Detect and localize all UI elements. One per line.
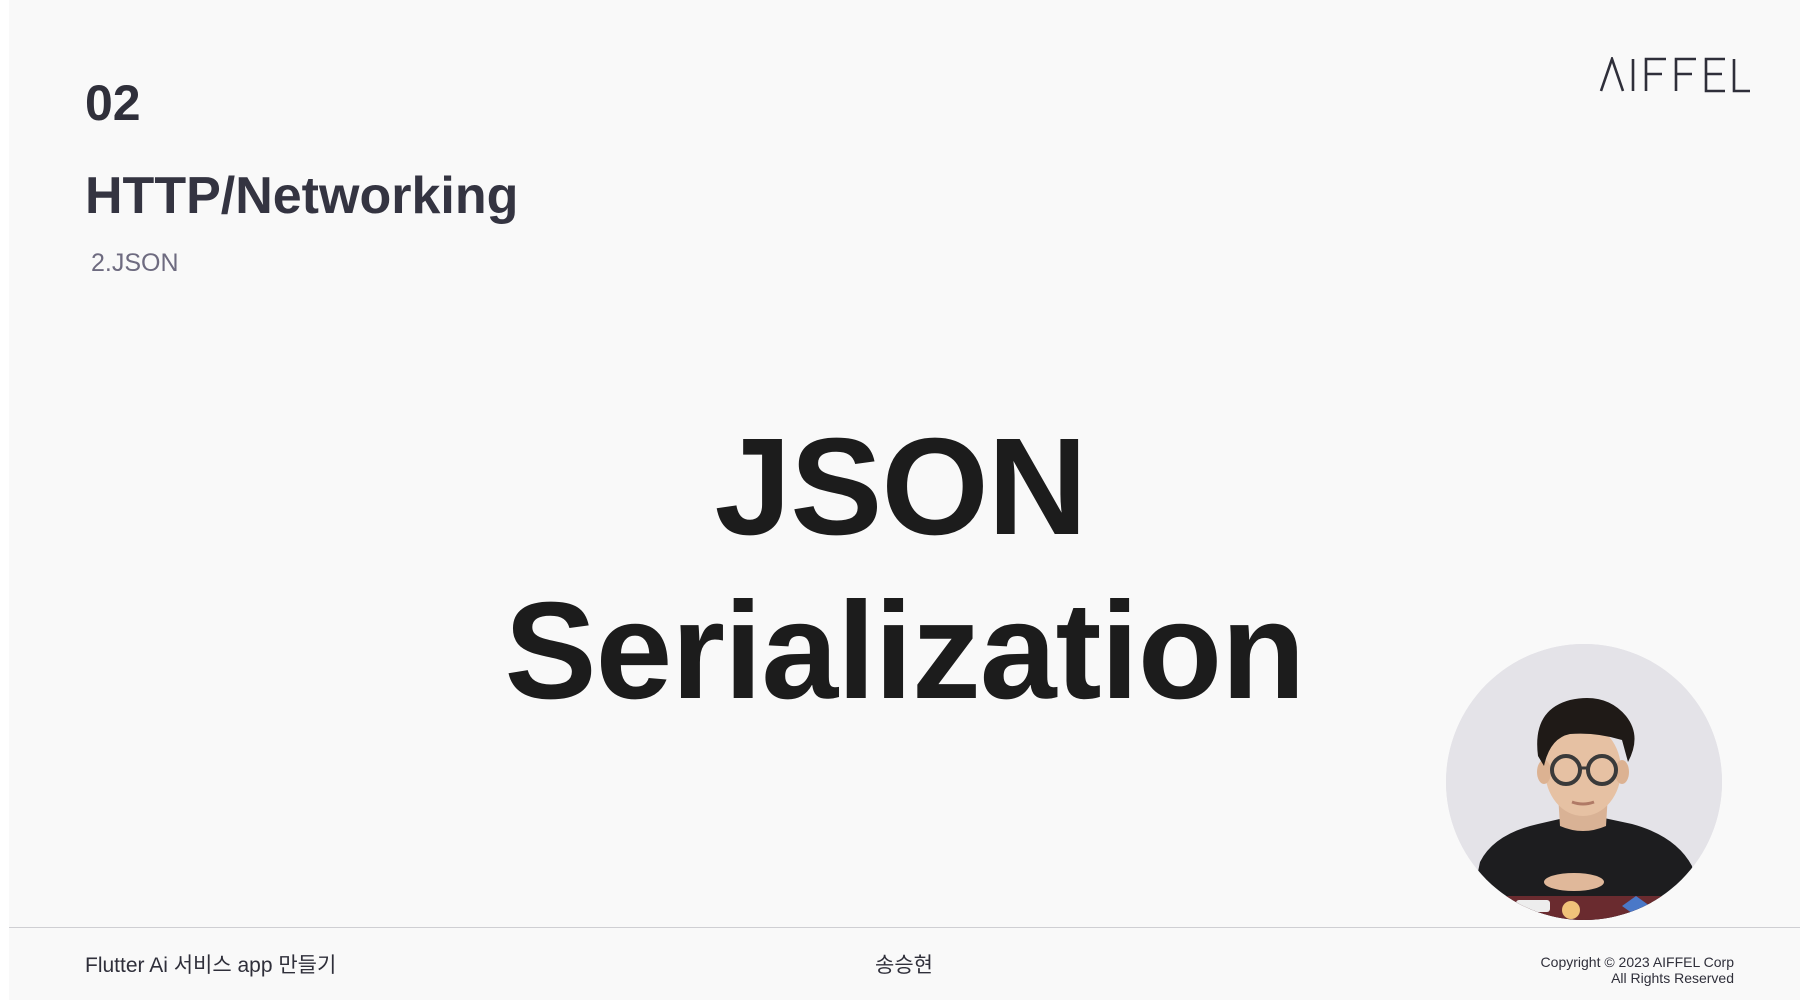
footer-divider	[9, 927, 1800, 928]
copyright-line-2: All Rights Reserved	[1611, 970, 1734, 986]
presenter-name: 송승현	[875, 954, 933, 977]
lecture-slide: 02 HTTP/Networking 2.JSON JSON Serializa…	[9, 0, 1800, 1000]
section-title: HTTP/Networking	[85, 167, 519, 225]
course-title: Flutter Ai 서비스 app 만들기	[85, 954, 337, 977]
copyright-notice: Copyright © 2023 AIFFEL Corp All Rights …	[1541, 954, 1734, 986]
section-subtitle: 2.JSON	[91, 249, 179, 277]
section-number: 02	[85, 75, 141, 131]
copyright-line-1: Copyright © 2023 AIFFEL Corp	[1540, 954, 1734, 970]
presenter-image	[1446, 644, 1722, 920]
presenter-video	[1446, 644, 1722, 920]
aiffel-logo	[1599, 57, 1751, 93]
headline-line-1: JSON	[714, 410, 1088, 564]
